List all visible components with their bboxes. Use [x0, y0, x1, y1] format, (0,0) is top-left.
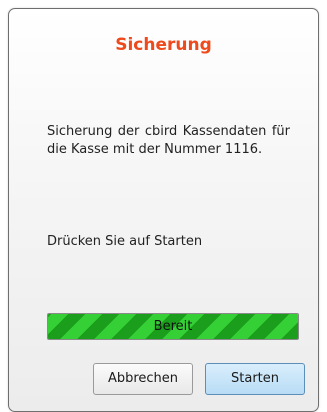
cancel-button[interactable]: Abbrechen — [93, 363, 193, 395]
dialog-message: Sicherung der cbird Kassendaten für die … — [47, 124, 290, 157]
start-button[interactable]: Starten — [205, 363, 305, 395]
progress-bar: Bereit — [47, 313, 299, 340]
backup-dialog: Sicherung Sicherung der cbird Kassendate… — [8, 8, 319, 412]
dialog-hint: Drücken Sie auf Starten — [47, 234, 203, 249]
progress-bar-label: Bereit — [153, 319, 193, 334]
dialog-title: Sicherung — [115, 35, 212, 55]
